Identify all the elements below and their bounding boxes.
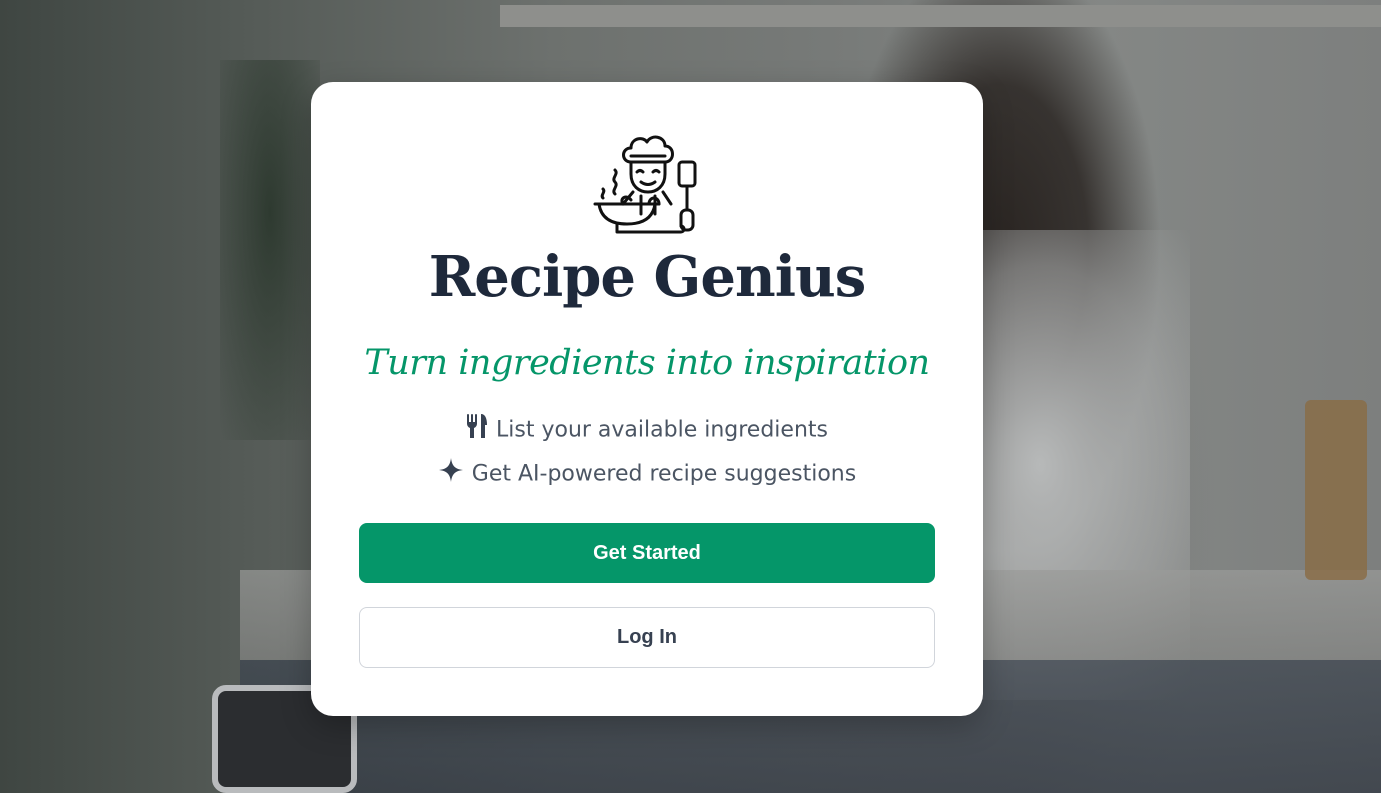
get-started-button[interactable]: Get Started: [359, 523, 935, 583]
feature-label: Get AI-powered recipe suggestions: [471, 461, 857, 487]
feature-list-ingredients: List your available ingredients: [311, 413, 983, 448]
chef-logo-icon: [593, 135, 697, 234]
utensils-icon: [466, 413, 488, 448]
app-title: Recipe Genius: [428, 244, 867, 310]
feature-label: List your available ingredients: [496, 417, 828, 443]
background-jar: [1305, 400, 1367, 580]
background-shelf: [500, 5, 1381, 27]
background-plant: [220, 60, 320, 440]
welcome-card: Recipe Genius Turn ingredients into insp…: [311, 82, 983, 716]
feature-ai-suggestions: Get AI-powered recipe suggestions: [311, 457, 983, 492]
sparkle-icon: [438, 457, 464, 492]
app-tagline: Turn ingredients into inspiration: [364, 343, 930, 383]
log-in-button[interactable]: Log In: [359, 607, 935, 668]
